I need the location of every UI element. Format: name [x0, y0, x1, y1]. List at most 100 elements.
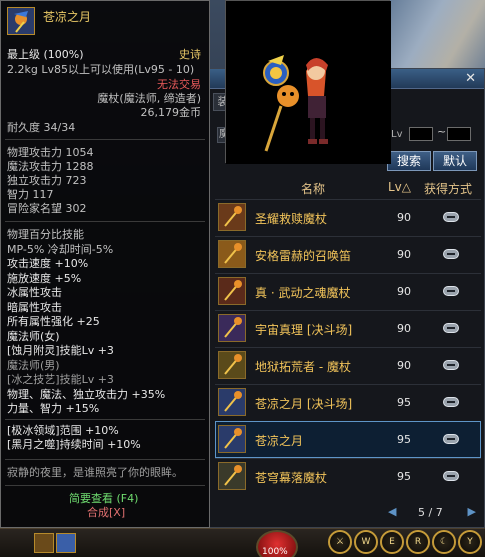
item-row-level: 90 [397, 211, 411, 224]
page-indicator: 5 / 7 [418, 506, 443, 519]
flavor-text: 寂静的夜里，是谁照亮了你的眼眸。 [7, 466, 183, 479]
skill-slot-icon[interactable]: R [406, 530, 430, 554]
weight-requirement: 2.2kg Lv85以上可以使用(Lv95 - 10) [7, 63, 195, 76]
item-list: 圣耀救赎魔杖 90 安格雷赫的召唤笛 90 真 · 武动之魂魔杖 90 宇宙真理 [决斗场]… [215, 199, 481, 495]
acquire-method-icon[interactable] [443, 471, 459, 481]
bonus-line: 冰属性攻击 [7, 286, 62, 299]
item-row-name: 圣耀救赎魔杖 [255, 212, 328, 226]
ornate-staff-icon [218, 277, 246, 305]
item-row-name: 苍穹幕落魔杖 [255, 471, 328, 485]
item-row-name: 宇宙真理 [决斗场] [255, 323, 353, 337]
bonus-line: 魔法师(男) [7, 358, 60, 372]
item-row[interactable]: 地狱拓荒者 - 魔杖 90 [215, 347, 481, 384]
stat-line: 物理攻击力 1054 [7, 146, 94, 159]
bonus-line: 物理百分比技能 [7, 228, 84, 241]
search-button[interactable]: 搜索 [387, 151, 431, 171]
next-page-icon[interactable]: ▶ [468, 505, 476, 518]
divider [5, 221, 205, 222]
acquire-method-icon[interactable] [443, 397, 459, 407]
item-row-name: 安格雷赫的召唤笛 [255, 249, 352, 263]
scene-backdrop [390, 0, 485, 68]
item-row[interactable]: 真 · 武动之魂魔杖 90 [215, 273, 481, 310]
skill-slot-icon[interactable]: ⚔ [328, 530, 352, 554]
bonus-line: 所有属性强化 +25 [7, 315, 100, 328]
level-filter-label: Lv [391, 129, 403, 140]
min-level-input[interactable] [409, 127, 433, 141]
acquire-method-icon[interactable] [443, 434, 459, 444]
extra-line: [极冰领域]范围 +10% [7, 424, 119, 437]
header-name[interactable]: 名称 [301, 180, 325, 197]
item-row-name: 苍凉之月 [决斗场] [255, 397, 353, 411]
golden-flute-icon [218, 240, 246, 268]
divider [5, 419, 205, 420]
stat-line: 冒险家名望 302 [7, 202, 87, 215]
divider [5, 459, 205, 460]
item-row-level: 95 [397, 470, 411, 483]
item-row-name: 苍凉之月 [255, 434, 304, 448]
bonus-line: 施放速度 +5% [7, 271, 82, 285]
max-level-input[interactable] [447, 127, 471, 141]
level-range-dash: ~ [437, 125, 447, 138]
buff-icon[interactable] [56, 533, 76, 553]
item-price: 26,179金币 [140, 106, 202, 119]
bonus-line: 力量、智力 +15% [7, 402, 100, 415]
moon-staff-icon [218, 425, 246, 453]
acquire-method-icon[interactable] [443, 286, 459, 296]
bonus-line: 物理、魔法、独立攻击力 +35% [7, 387, 166, 401]
character-preview [225, 0, 391, 164]
item-row-level: 90 [397, 248, 411, 261]
divider [5, 485, 205, 486]
bonus-line: [蚀月附灵]技能Lv +3 [7, 344, 114, 357]
item-row-level: 90 [397, 322, 411, 335]
stat-line: 智力 117 [7, 188, 54, 201]
stat-line: 独立攻击力 723 [7, 174, 87, 187]
item-row[interactable]: 苍凉之月 [决斗场] 95 [215, 384, 481, 421]
item-tooltip: 苍凉之月 最上级 (100%) 史诗 2.2kg Lv85以上可以使用(Lv95… [0, 0, 210, 528]
prev-page-icon[interactable]: ◀ [388, 505, 396, 518]
moon-staff-icon [218, 388, 246, 416]
close-icon[interactable]: ✕ [465, 71, 476, 86]
item-row-level: 90 [397, 285, 411, 298]
durability: 耐久度 34/34 [7, 121, 76, 134]
item-row[interactable]: 苍穹幕落魔杖 95 [215, 458, 481, 495]
item-grade: 最上级 (100%) [7, 48, 84, 61]
stat-line: 魔法攻击力 1288 [7, 160, 94, 173]
skill-slot-icon[interactable]: E [380, 530, 404, 554]
column-headers: 名称 Lv△ 获得方式 [209, 179, 484, 197]
item-row[interactable]: 宇宙真理 [决斗场] 90 [215, 310, 481, 347]
bonus-line: [冰之技艺]技能Lv +3 [7, 373, 114, 386]
compose-link[interactable]: 合成[X] [87, 507, 125, 519]
skill-slot-icon[interactable]: Y [458, 530, 482, 554]
mage-character-icon [226, 1, 391, 164]
red-orb-staff-icon [218, 314, 246, 342]
item-row-level: 95 [397, 433, 411, 446]
acquire-method-icon[interactable] [443, 323, 459, 333]
item-row-level: 90 [397, 359, 411, 372]
item-row[interactable]: 安格雷赫的召唤笛 90 [215, 236, 481, 273]
default-button[interactable]: 默认 [433, 151, 477, 171]
moon-staff-icon [7, 7, 35, 35]
acquire-method-icon[interactable] [443, 212, 459, 222]
item-type: 魔杖(魔法师, 缔造者) [97, 92, 201, 105]
dark-staff-icon [218, 351, 246, 379]
item-row[interactable]: 苍凉之月 95 [215, 421, 481, 458]
divider [5, 139, 205, 140]
header-level[interactable]: Lv△ [388, 180, 411, 194]
item-row[interactable]: 圣耀救赎魔杖 90 [215, 199, 481, 236]
brief-view-link[interactable]: 简要查看 (F4) [69, 493, 138, 505]
skill-slot-icon[interactable]: ☾ [432, 530, 456, 554]
acquire-method-icon[interactable] [443, 360, 459, 370]
item-row-name: 地狱拓荒者 - 魔杖 [255, 360, 351, 374]
bonus-line: 魔法师(女) [7, 329, 60, 343]
extra-line: [黑月之噬]持续时间 +10% [7, 438, 141, 451]
item-row-level: 95 [397, 396, 411, 409]
acquire-method-icon[interactable] [443, 249, 459, 259]
sky-staff-icon [218, 462, 246, 490]
hp-percent: 100% [262, 547, 288, 557]
header-acquire-method[interactable]: 获得方式 [424, 180, 472, 197]
buff-icon[interactable] [34, 533, 54, 553]
pager: ◀ 5 / 7 ▶ [388, 505, 476, 521]
item-rarity: 史诗 [179, 48, 201, 61]
gold-staff-icon [218, 203, 246, 231]
skill-slot-icon[interactable]: W [354, 530, 378, 554]
